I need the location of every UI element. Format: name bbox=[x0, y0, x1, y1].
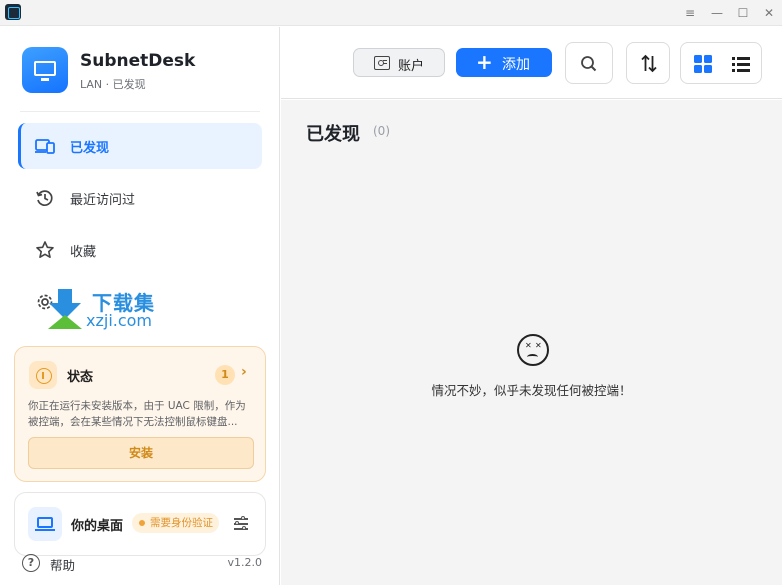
watermark-url: xzji.com bbox=[86, 311, 153, 330]
chevron-right-icon[interactable]: › bbox=[241, 364, 247, 380]
maximize-button[interactable]: ☐ bbox=[734, 4, 752, 22]
plus-icon: + bbox=[476, 50, 493, 74]
sort-icon bbox=[641, 54, 657, 73]
account-button[interactable]: 账户 bbox=[353, 48, 445, 77]
sidebar-item-recent[interactable]: 最近访问过 bbox=[18, 175, 262, 221]
app-subtitle: LAN · 已发现 bbox=[80, 78, 146, 91]
title-bar: ≡ — ☐ ✕ bbox=[0, 0, 782, 26]
search-button[interactable] bbox=[565, 42, 613, 84]
status-description: 你正在运行未安装版本，由于 UAC 限制，作为被控端，会在某些情况下无法控制鼠标… bbox=[28, 400, 246, 428]
menu-icon[interactable]: ≡ bbox=[681, 4, 699, 22]
close-button[interactable]: ✕ bbox=[760, 4, 778, 22]
status-title: 状态 bbox=[67, 370, 94, 385]
history-icon bbox=[34, 187, 56, 209]
download-arrow-icon bbox=[48, 289, 82, 329]
empty-state-message: 情况不妙，似乎未发现任何被控端！ bbox=[431, 383, 632, 398]
sidebar-item-label: 收藏 bbox=[70, 244, 97, 260]
sidebar-item-favorites[interactable]: 收藏 bbox=[18, 227, 262, 273]
app-icon bbox=[5, 4, 21, 20]
watermark: 下载集 xzji.com bbox=[48, 285, 188, 333]
download-status-icon bbox=[29, 361, 57, 389]
desktop-card[interactable]: 你的桌面 需要身份验证 bbox=[14, 492, 266, 556]
toolbar: 账户 + 添加 bbox=[281, 27, 782, 99]
list-view-icon[interactable] bbox=[732, 56, 750, 72]
view-toggle bbox=[680, 42, 762, 84]
install-button[interactable]: 安装 bbox=[28, 437, 254, 469]
sidebar-item-discovered[interactable]: 已发现 bbox=[18, 123, 262, 169]
help-icon[interactable]: ? bbox=[22, 554, 40, 572]
grid-view-icon[interactable] bbox=[694, 55, 712, 73]
divider bbox=[20, 111, 260, 112]
status-count-badge: 1 bbox=[215, 365, 235, 385]
star-icon bbox=[34, 239, 56, 261]
sidebar-item-label: 已发现 bbox=[70, 140, 110, 156]
brand-header: SubnetDesk LAN · 已发现 bbox=[22, 47, 262, 97]
sidebar-item-label: 最近访问过 bbox=[70, 192, 136, 208]
app-name: SubnetDesk bbox=[80, 51, 196, 71]
main-content: 已发现 (0) ✕ ✕ 情况不妙，似乎未发现任何被控端！ bbox=[281, 100, 782, 585]
sidebar: SubnetDesk LAN · 已发现 已发现 最近访问过 收藏 设置 下载集… bbox=[0, 27, 280, 585]
add-button[interactable]: + 添加 bbox=[456, 48, 552, 77]
sort-button[interactable] bbox=[626, 42, 670, 84]
monitor-logo-icon bbox=[22, 47, 68, 93]
desktop-title: 你的桌面 bbox=[71, 519, 124, 534]
auth-required-badge: 需要身份验证 bbox=[132, 513, 219, 533]
account-label: 账户 bbox=[398, 59, 425, 74]
search-icon bbox=[581, 56, 597, 72]
page-title: 已发现 bbox=[306, 124, 360, 145]
help-link[interactable]: 帮助 bbox=[50, 555, 75, 574]
minimize-button[interactable]: — bbox=[708, 4, 726, 22]
laptop-icon bbox=[28, 507, 62, 541]
sad-face-icon: ✕ ✕ bbox=[517, 334, 549, 366]
sliders-icon[interactable] bbox=[233, 515, 249, 531]
add-label: 添加 bbox=[502, 57, 530, 73]
help-row: ? 帮助 v1.2.0 bbox=[22, 554, 262, 574]
device-count: (0) bbox=[373, 124, 390, 138]
version-label: v1.2.0 bbox=[227, 556, 263, 569]
id-card-icon bbox=[374, 56, 390, 70]
devices-icon bbox=[34, 135, 56, 157]
status-card[interactable]: 状态 1 › 你正在运行未安装版本，由于 UAC 限制，作为被控端，会在某些情况… bbox=[14, 346, 266, 482]
